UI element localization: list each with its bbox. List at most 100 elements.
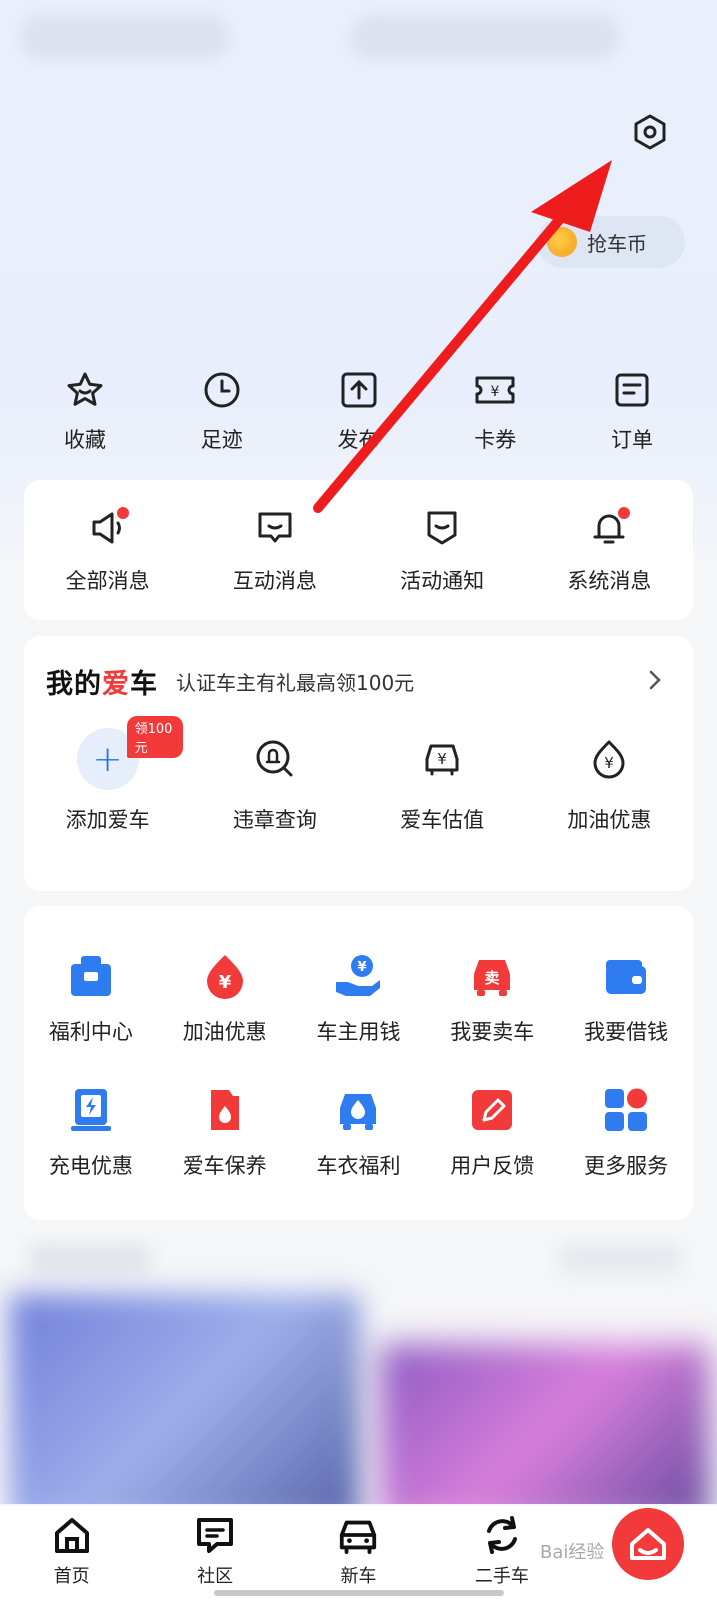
quick-label: 发布 xyxy=(337,428,380,452)
car-item-label: 加油优惠 xyxy=(567,808,652,832)
message-all[interactable]: 全部消息 xyxy=(33,505,183,595)
message-label: 互动消息 xyxy=(232,569,317,593)
car-item-label: 爱车估值 xyxy=(400,808,485,832)
quick-history[interactable]: 足迹 xyxy=(167,368,277,454)
service-label: 车主用钱 xyxy=(316,1020,401,1044)
service-borrow-money[interactable]: 我要借钱 xyxy=(559,950,693,1046)
car-item-label: 添加爱车 xyxy=(65,808,150,832)
car-valuation-button[interactable]: ¥ 爱车估值 xyxy=(367,728,517,834)
settings-icon xyxy=(634,114,666,150)
service-label: 爱车保养 xyxy=(182,1154,267,1178)
message-interaction[interactable]: 互动消息 xyxy=(200,505,350,595)
tab-label: 社区 xyxy=(197,1566,234,1587)
tab-new-car[interactable]: 新车 xyxy=(298,1514,418,1588)
new-car-icon xyxy=(340,1520,377,1555)
chat-icon xyxy=(258,512,292,543)
message-card: 全部消息 互动消息 活动通知 系统消息 xyxy=(24,480,693,620)
service-label: 我要借钱 xyxy=(584,1020,669,1044)
coin-button[interactable]: 抢车币 xyxy=(537,216,685,268)
tab-community[interactable]: 社区 xyxy=(155,1514,275,1588)
service-welfare-center[interactable]: 福利中心 xyxy=(24,950,158,1046)
profile-house-icon xyxy=(630,1528,666,1560)
service-label: 加油优惠 xyxy=(182,1020,267,1044)
service-owner-money[interactable]: ¥ 车主用钱 xyxy=(292,950,426,1046)
quick-orders[interactable]: 订单 xyxy=(577,368,687,454)
message-label: 活动通知 xyxy=(400,569,485,593)
coin-icon xyxy=(547,227,577,257)
feed-image-left[interactable] xyxy=(10,1294,360,1504)
ticket-icon: ¥ xyxy=(475,376,515,404)
community-icon xyxy=(197,1518,234,1553)
service-sell-car[interactable]: 卖 我要卖车 xyxy=(425,950,559,1046)
feed-blur-left xyxy=(30,1244,150,1274)
settings-button[interactable] xyxy=(628,110,672,154)
order-icon xyxy=(615,373,649,407)
tab-profile[interactable] xyxy=(612,1508,684,1580)
tab-label: 新车 xyxy=(340,1566,377,1587)
quick-label: 卡券 xyxy=(474,428,517,452)
gift-icon xyxy=(70,956,111,996)
quick-label: 订单 xyxy=(611,428,653,452)
bottom-tab-bar: 首页 社区 新车 二手车 xyxy=(0,1506,717,1600)
home-icon xyxy=(54,1518,89,1553)
service-charging-discount[interactable]: 充电优惠 xyxy=(24,1084,158,1180)
oil-can-icon xyxy=(210,1090,239,1130)
quick-favorites[interactable]: 收藏 xyxy=(30,368,140,454)
service-label: 更多服务 xyxy=(584,1154,669,1178)
message-system[interactable]: 系统消息 xyxy=(534,505,684,595)
coin-label: 抢车币 xyxy=(587,231,647,256)
add-car-button[interactable]: + 领100元 添加爱车 xyxy=(33,716,183,834)
tab-home[interactable]: 首页 xyxy=(12,1514,132,1588)
service-label: 充电优惠 xyxy=(48,1154,133,1178)
fuel-discount-icon: ¥ xyxy=(593,740,625,779)
blurred-feed xyxy=(0,1234,717,1504)
reward-badge: 领100元 xyxy=(126,716,183,758)
svg-text:¥: ¥ xyxy=(491,384,500,400)
my-car-header: 我的爱车 认证车主有礼最高领100元 xyxy=(46,662,414,701)
service-label: 车衣福利 xyxy=(316,1154,401,1178)
chevron-right-icon[interactable] xyxy=(643,666,667,694)
feed-blur-right xyxy=(560,1244,680,1274)
svg-text:卖: 卖 xyxy=(485,969,500,987)
unread-dot xyxy=(116,507,129,519)
service-fuel-discount[interactable]: ¥ 加油优惠 xyxy=(158,950,292,1046)
fuel-discount-button[interactable]: ¥ 加油优惠 xyxy=(534,728,684,834)
quick-coupons[interactable]: ¥ 卡券 xyxy=(440,368,550,454)
wallet-icon xyxy=(606,960,647,994)
clock-icon xyxy=(204,372,240,408)
blurred-header-left xyxy=(20,14,230,60)
message-label: 全部消息 xyxy=(65,569,150,593)
watermark: Bai经验 xyxy=(540,1542,605,1563)
service-user-feedback[interactable]: 用户反馈 xyxy=(425,1084,559,1180)
charging-icon xyxy=(70,1089,111,1131)
tab-label: 二手车 xyxy=(474,1566,529,1587)
svg-text:¥: ¥ xyxy=(218,972,231,993)
svg-text:¥: ¥ xyxy=(605,754,615,772)
my-car-title: 我的爱车 xyxy=(46,669,158,700)
service-car-cover-welfare[interactable]: 车衣福利 xyxy=(292,1084,426,1180)
service-more[interactable]: 更多服务 xyxy=(559,1084,693,1180)
feedback-icon xyxy=(472,1090,513,1130)
service-car-maintenance[interactable]: 爱车保养 xyxy=(158,1084,292,1180)
header-background xyxy=(0,0,717,560)
feed-image-right[interactable] xyxy=(380,1344,710,1504)
fuel-drop-icon: ¥ xyxy=(206,955,243,999)
svg-text:¥: ¥ xyxy=(358,960,367,975)
home-indicator xyxy=(214,1590,504,1596)
car-valuation-icon: ¥ xyxy=(425,744,459,776)
service-label: 福利中心 xyxy=(48,1020,133,1044)
tab-label: 首页 xyxy=(53,1566,90,1587)
message-activity[interactable]: 活动通知 xyxy=(367,505,517,595)
quick-label: 收藏 xyxy=(64,428,106,452)
upload-icon xyxy=(341,372,376,408)
car-item-label: 违章查询 xyxy=(232,808,317,832)
activity-icon xyxy=(427,511,457,545)
quick-actions: 收藏 足迹 发布 ¥ 卡券 订单 xyxy=(30,368,687,454)
used-car-icon xyxy=(486,1516,517,1554)
my-car-card: 我的爱车 认证车主有礼最高领100元 + 领100元 添加爱车 违章查询 ¥ 爱… xyxy=(24,636,693,891)
car-wash-icon xyxy=(340,1094,377,1130)
violation-query-button[interactable]: 违章查询 xyxy=(200,728,350,834)
blurred-header-right xyxy=(350,14,620,60)
my-car-subtitle: 认证车主有礼最高领100元 xyxy=(176,671,415,695)
quick-publish[interactable]: 发布 xyxy=(304,368,414,454)
